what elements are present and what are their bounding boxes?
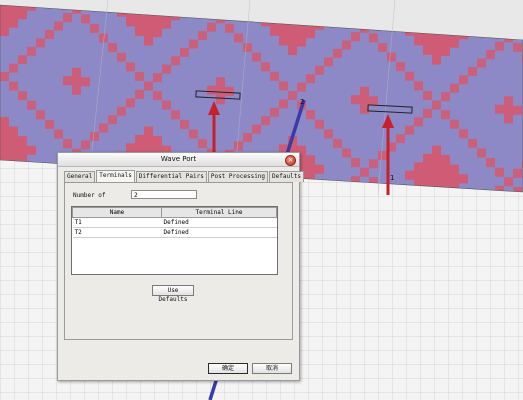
wave-port-dialog: Wave Port × General Terminals Differenti… <box>57 152 304 381</box>
tab-defaults[interactable]: Defaults <box>269 171 304 182</box>
column-header-name[interactable]: Name <box>72 207 162 218</box>
port-2-label: 2 <box>300 98 304 106</box>
table-header-row: Name Terminal Line <box>72 207 277 218</box>
table-row[interactable]: T1 Defined <box>72 217 277 228</box>
terminal-line-cell[interactable]: Defined <box>161 227 277 238</box>
tab-general[interactable]: General <box>64 171 96 182</box>
tab-differential-pairs[interactable]: Differential Pairs <box>135 171 207 182</box>
terminals-panel: Number of 2 Name Terminal Line T1 Define… <box>64 182 293 340</box>
table-row[interactable]: T2 Defined <box>72 227 277 238</box>
terminal-name-cell[interactable]: T2 <box>72 227 162 238</box>
number-of-field[interactable]: 2 <box>131 190 197 199</box>
tab-post-processing[interactable]: Post Processing <box>207 171 269 182</box>
column-header-terminal-line[interactable]: Terminal Line <box>161 207 277 218</box>
terminals-table: Name Terminal Line T1 Defined T2 Defined <box>71 206 278 275</box>
number-of-label: Number of <box>73 192 106 199</box>
terminal-line-cell[interactable]: Defined <box>161 217 277 228</box>
dialog-titlebar[interactable]: Wave Port × <box>58 153 299 167</box>
dialog-title: Wave Port <box>160 155 197 163</box>
port-1-label: 1 <box>390 174 394 182</box>
tab-strip: General Terminals Differential Pairs Pos… <box>64 170 305 182</box>
close-icon[interactable]: × <box>285 155 296 166</box>
terminal-name-cell[interactable]: T1 <box>72 217 162 228</box>
tab-terminals[interactable]: Terminals <box>96 170 135 182</box>
ok-button[interactable]: 确定 <box>208 363 248 374</box>
use-defaults-button[interactable]: Use Defaults <box>152 285 194 303</box>
cancel-button[interactable]: 取消 <box>252 363 292 374</box>
